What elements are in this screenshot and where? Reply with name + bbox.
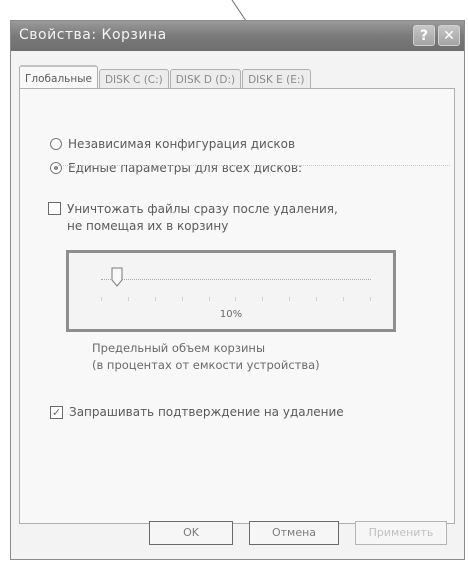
ok-button[interactable]: OK: [149, 521, 233, 545]
slider-ticks: [101, 297, 371, 302]
help-icon: ?: [419, 28, 429, 44]
independent-config-radio[interactable]: [50, 138, 62, 150]
slider-percent-label: 10%: [219, 309, 243, 320]
group-divider: [58, 165, 450, 166]
apply-button[interactable]: Применить: [355, 521, 447, 545]
recycle-bin-properties-dialog: Свойства: Корзина ? ✕ Глобальные DISK C …: [10, 20, 465, 560]
confirm-delete-checkbox[interactable]: ✓: [50, 406, 63, 419]
slider-tick: [181, 297, 183, 301]
close-icon: ✕: [443, 28, 455, 44]
slider-tick: [289, 297, 291, 301]
window-title: Свойства: Корзина: [19, 27, 167, 43]
slider-tick: [316, 297, 318, 301]
slider-tick: [369, 297, 371, 301]
slider-tick: [208, 297, 210, 301]
max-size-description-line1: Предельный объем корзины: [92, 341, 266, 355]
slider-track[interactable]: [101, 279, 371, 280]
delete-immediately-line1: Уничтожать файлы сразу после удаления,: [67, 202, 338, 216]
independent-config-option[interactable]: Независимая конфигурация дисков: [50, 137, 295, 151]
tab-disk-d[interactable]: DISK D (D:): [169, 69, 242, 89]
slider-tick: [101, 297, 102, 301]
slider-thumb[interactable]: [111, 267, 123, 287]
max-size-description: Предельный объем корзины (в процентах от…: [92, 340, 320, 374]
slider-tick: [154, 297, 156, 301]
confirm-delete-option[interactable]: ✓ Запрашивать подтверждение на удаление: [50, 405, 344, 419]
cancel-button[interactable]: Отмена: [249, 521, 339, 545]
delete-immediately-label: Уничтожать файлы сразу после удаления, н…: [67, 201, 338, 235]
title-buttons: ? ✕: [413, 25, 460, 46]
tab-disk-e[interactable]: DISK E (E:): [242, 69, 311, 89]
max-size-slider-box: 10%: [66, 250, 396, 332]
title-bar[interactable]: Свойства: Корзина ? ✕: [11, 21, 464, 51]
unified-settings-label: Единые параметры для всех дисков:: [68, 161, 303, 175]
slider-tick: [343, 297, 345, 301]
slider-tick: [262, 297, 264, 301]
confirm-delete-label: Запрашивать подтверждение на удаление: [69, 405, 344, 419]
tab-global[interactable]: Глобальные: [19, 65, 98, 89]
unified-settings-radio[interactable]: [50, 162, 62, 174]
global-tab-panel: Независимая конфигурация дисков Единые п…: [19, 88, 455, 524]
close-button[interactable]: ✕: [438, 25, 460, 46]
delete-immediately-option[interactable]: Уничтожать файлы сразу после удаления, н…: [48, 201, 338, 235]
delete-immediately-line2: не помещая их в корзину: [67, 219, 229, 233]
delete-immediately-checkbox[interactable]: [48, 202, 61, 215]
max-size-description-line2: (в процентах от емкости устройства): [92, 358, 320, 372]
independent-config-label: Независимая конфигурация дисков: [68, 137, 296, 151]
tab-disk-c[interactable]: DISK C (C:): [98, 69, 169, 89]
slider-tick: [235, 297, 237, 301]
tab-strip: Глобальные DISK C (C:) DISK D (D:) DISK …: [19, 65, 312, 89]
help-button[interactable]: ?: [413, 25, 435, 46]
unified-settings-option[interactable]: Единые параметры для всех дисков:: [50, 161, 302, 175]
slider-tick: [127, 297, 129, 301]
dialog-buttons: OK Отмена Применить: [11, 521, 466, 551]
